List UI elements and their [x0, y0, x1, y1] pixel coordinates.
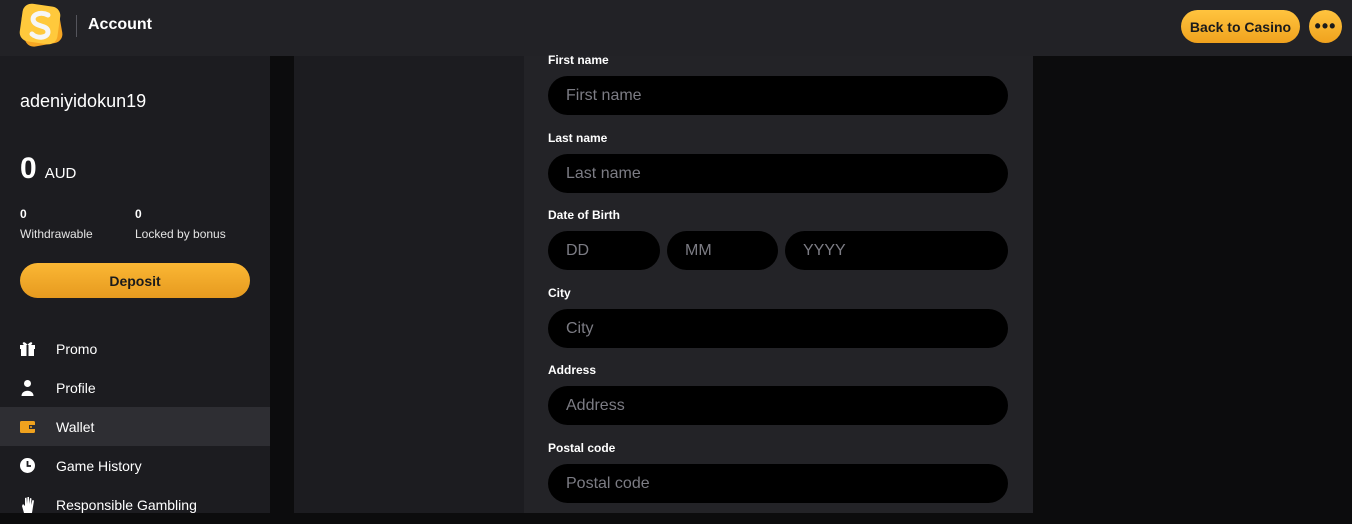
sidebar-item-wallet[interactable]: Wallet	[0, 407, 270, 446]
sidebar-item-label: Profile	[56, 379, 96, 396]
wallet-icon	[20, 421, 35, 433]
back-to-casino-button[interactable]: Back to Casino	[1181, 10, 1300, 43]
more-options-button[interactable]: •••	[1309, 10, 1342, 43]
last-name-input[interactable]	[548, 154, 1008, 193]
last-name-label: Last name	[548, 131, 608, 145]
city-input[interactable]	[548, 309, 1008, 348]
balance-amount: 0	[20, 152, 37, 185]
top-bar: Account Back to Casino •••	[0, 0, 1352, 56]
address-label: Address	[548, 363, 597, 377]
hand-icon	[22, 497, 34, 513]
more-dots-icon: •••	[1314, 16, 1337, 36]
address-input[interactable]	[548, 386, 1008, 425]
withdrawable-stat: 0 Withdrawable	[20, 207, 93, 241]
clock-icon	[20, 458, 35, 473]
dob-day-input[interactable]	[548, 231, 660, 270]
locked-label: Locked by bonus	[135, 227, 226, 241]
balance-currency: AUD	[44, 165, 77, 182]
header-divider	[76, 15, 77, 37]
date-of-birth-label: Date of Birth	[548, 208, 620, 222]
sidebar-item-promo[interactable]: Promo	[0, 329, 270, 368]
postal-code-input[interactable]	[548, 464, 1008, 503]
gift-icon	[20, 342, 35, 356]
first-name-label: First name	[548, 53, 609, 67]
sidebar-item-game-history[interactable]: Game History	[0, 446, 270, 485]
first-name-input[interactable]	[548, 76, 1008, 115]
brand-logo-icon[interactable]	[18, 3, 66, 49]
username: adeniyidokun19	[20, 91, 147, 111]
sidebar-item-profile[interactable]: Profile	[0, 368, 270, 407]
city-label: City	[548, 286, 571, 300]
user-icon	[21, 380, 34, 396]
content-gutter	[270, 56, 294, 513]
deposit-button[interactable]: Deposit	[20, 263, 250, 298]
sidebar: adeniyidokun19 0 AUD 0 Withdrawable 0 Lo…	[0, 56, 270, 513]
locked-value: 0	[135, 207, 142, 221]
sidebar-item-responsible-gambling[interactable]: Responsible Gambling	[0, 485, 270, 524]
withdrawable-value: 0	[20, 207, 27, 221]
right-area	[1033, 56, 1352, 513]
locked-by-bonus-stat: 0 Locked by bonus	[135, 207, 226, 241]
sidebar-item-label: Responsible Gambling	[56, 496, 197, 513]
postal-code-label: Postal code	[548, 441, 616, 455]
balance: 0 AUD	[20, 152, 76, 186]
page-title: Account	[88, 16, 152, 33]
dob-year-input[interactable]	[785, 231, 1008, 270]
sidebar-item-label: Game History	[56, 457, 142, 474]
dob-month-input[interactable]	[667, 231, 778, 270]
withdrawable-label: Withdrawable	[20, 227, 93, 241]
sidebar-item-label: Wallet	[56, 418, 95, 435]
sidebar-item-label: Promo	[56, 340, 98, 357]
